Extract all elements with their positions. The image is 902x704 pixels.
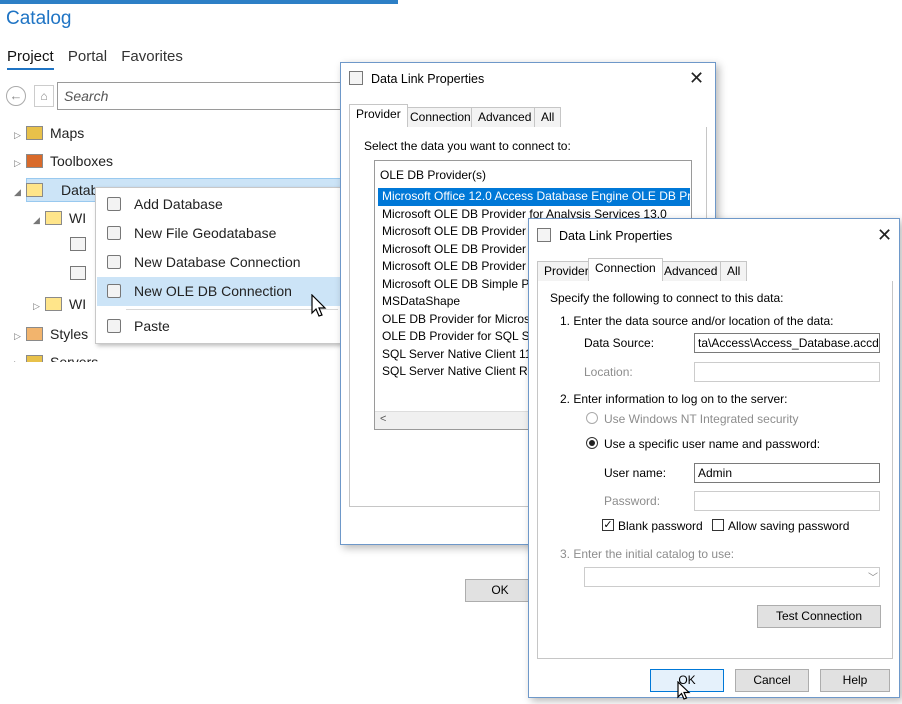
data-link-dialog-connection: Data Link Properties ✕ Provider Connecti…	[528, 218, 900, 700]
tree-item-databases-icon: ◢	[14, 178, 50, 202]
tree-item-sub2[interactable]: ▷ WI	[33, 292, 86, 316]
radio-nt-security[interactable]	[586, 412, 598, 424]
tree-item-sub1[interactable]: ◢ WI	[33, 206, 86, 230]
location-label: Location:	[584, 365, 633, 379]
data-source-label: Data Source:	[584, 336, 655, 350]
step3-label: 3. Enter the initial catalog to use:	[560, 547, 735, 561]
test-connection-button[interactable]: Test Connection	[757, 605, 881, 628]
close-icon[interactable]: ✕	[689, 68, 704, 89]
tab-project[interactable]: Project	[7, 48, 54, 70]
radio-specific-user-label: Use a specific user name and password:	[604, 437, 821, 451]
menu-item-new-database-connection[interactable]: New Database Connection	[97, 248, 341, 277]
collapse-arrow-icon[interactable]: ◢	[14, 180, 26, 204]
data-source-input[interactable]: ta\Access\Access_Database.accdb	[694, 333, 880, 353]
database-folder-icon	[26, 183, 43, 197]
database-connection-icon	[45, 297, 62, 311]
tree-item-toolboxes[interactable]: ▷ Toolboxes	[14, 149, 113, 173]
dialog-icon	[349, 71, 363, 85]
dialog-title: Data Link Properties	[559, 229, 673, 243]
dataset-icon[interactable]	[70, 237, 86, 251]
paste-icon	[107, 319, 121, 333]
tree-item-styles[interactable]: ▷ Styles	[14, 322, 88, 346]
step2-label: 2. Enter information to log on to the se…	[560, 392, 788, 406]
allow-saving-label: Allow saving password	[728, 519, 850, 533]
cancel-button[interactable]: Cancel	[735, 669, 809, 692]
database-connection-icon	[107, 255, 121, 269]
expand-arrow-icon[interactable]: ▷	[14, 352, 26, 362]
radio-specific-user[interactable]	[586, 437, 598, 449]
tab-advanced[interactable]: Advanced	[471, 107, 539, 127]
dialog-title: Data Link Properties	[371, 72, 485, 86]
scroll-left-icon[interactable]: <	[380, 413, 386, 425]
expand-arrow-icon[interactable]: ▷	[14, 151, 26, 175]
geodatabase-icon	[45, 211, 62, 225]
tree-item-servers[interactable]: ▷Servers	[14, 350, 98, 362]
connection-panel: Specify the following to connect to this…	[537, 281, 893, 659]
server-folder-icon	[26, 355, 43, 362]
chevron-down-icon[interactable]: ﹀	[868, 569, 878, 584]
mouse-cursor-icon	[311, 293, 327, 324]
add-database-icon	[107, 197, 121, 211]
username-label: User name:	[604, 466, 667, 480]
menu-item-add-database[interactable]: Add Database	[97, 190, 341, 219]
tree-item-maps[interactable]: ▷ Maps	[14, 121, 84, 145]
tab-provider[interactable]: Provider	[349, 104, 408, 127]
tab-connection[interactable]: Connection	[588, 258, 663, 281]
context-menu: Add Database New File Geodatabase New Da…	[95, 187, 342, 344]
tab-advanced[interactable]: Advanced	[657, 261, 725, 281]
expand-arrow-icon[interactable]: ▷	[14, 123, 26, 147]
blank-password-label: Blank password	[618, 519, 703, 533]
catalog-accent-bar	[0, 0, 398, 4]
search-input[interactable]: Search	[57, 82, 357, 110]
mouse-cursor-icon	[677, 680, 693, 704]
provider-instruction: Select the data you want to connect to:	[364, 139, 571, 153]
tab-all[interactable]: All	[534, 107, 562, 127]
location-input[interactable]	[694, 362, 880, 382]
table-icon[interactable]	[70, 266, 86, 280]
tab-all[interactable]: All	[720, 261, 748, 281]
dialog-icon	[537, 228, 551, 242]
provider-list-header: OLE DB Provider(s)	[380, 168, 487, 182]
menu-item-new-ole-db-connection[interactable]: New OLE DB Connection	[97, 277, 341, 306]
menu-item-paste[interactable]: Paste	[97, 312, 341, 341]
tab-provider[interactable]: Provider	[537, 261, 596, 281]
password-label: Password:	[604, 494, 661, 508]
allow-saving-checkbox[interactable]	[712, 519, 724, 531]
collapse-arrow-icon[interactable]: ◢	[33, 208, 45, 232]
toolbox-icon	[26, 154, 43, 168]
folder-icon	[26, 126, 43, 140]
catalog-title: Catalog	[6, 8, 72, 29]
connection-intro: Specify the following to connect to this…	[550, 291, 784, 305]
blank-password-checkbox[interactable]: ✓	[602, 519, 614, 531]
close-icon[interactable]: ✕	[877, 225, 892, 246]
initial-catalog-select[interactable]	[584, 567, 880, 587]
catalog-tabs: Project Portal Favorites	[7, 48, 193, 70]
password-input[interactable]	[694, 491, 880, 511]
styles-icon	[26, 327, 43, 341]
tab-favorites[interactable]: Favorites	[121, 48, 183, 65]
expand-arrow-icon[interactable]: ▷	[33, 294, 45, 318]
help-button[interactable]: Help	[820, 669, 890, 692]
menu-item-new-file-geodatabase[interactable]: New File Geodatabase	[97, 219, 341, 248]
tab-connection[interactable]: Connection	[403, 107, 478, 127]
ole-db-connection-icon	[107, 284, 121, 298]
ok-button-provider[interactable]: OK	[465, 579, 535, 602]
step1-label: 1. Enter the data source and/or location…	[560, 314, 834, 328]
radio-nt-security-label: Use Windows NT Integrated security	[604, 412, 799, 426]
back-arrow-icon[interactable]: ←	[6, 86, 26, 106]
list-item[interactable]: Microsoft Office 12.0 Access Database En…	[378, 188, 690, 206]
home-icon[interactable]: ⌂	[34, 85, 54, 107]
menu-separator	[126, 309, 338, 310]
username-input[interactable]: Admin	[694, 463, 880, 483]
expand-arrow-icon[interactable]: ▷	[14, 324, 26, 348]
new-geodatabase-icon	[107, 226, 121, 240]
tab-portal[interactable]: Portal	[68, 48, 107, 65]
